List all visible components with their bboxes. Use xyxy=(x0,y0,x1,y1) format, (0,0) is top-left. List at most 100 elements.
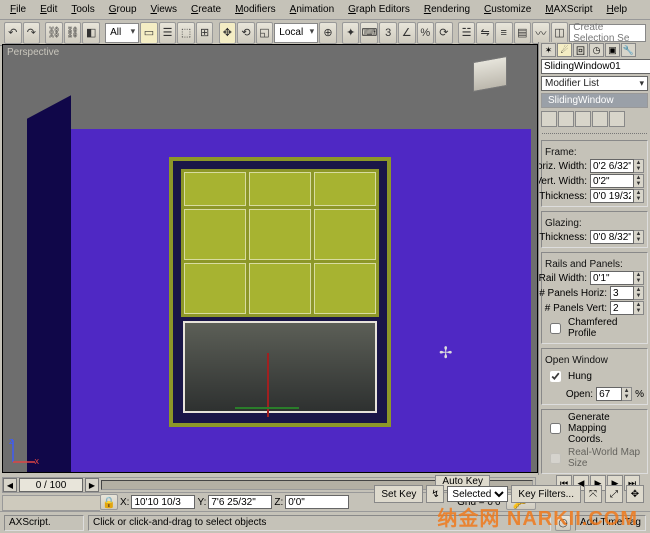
hierarchy-tab-icon[interactable]: 回 xyxy=(573,43,588,57)
menu-views[interactable]: Views xyxy=(145,2,184,17)
motion-tab-icon[interactable]: ◷ xyxy=(589,43,604,57)
modifier-list-dropdown[interactable]: Modifier List xyxy=(541,76,648,91)
panels-horiz-spinner[interactable]: ▲▼ xyxy=(634,286,644,300)
sliding-window-object[interactable] xyxy=(169,157,391,427)
align-button[interactable]: ≡ xyxy=(495,22,513,44)
menu-rendering[interactable]: Rendering xyxy=(418,2,476,17)
hung-checkbox[interactable] xyxy=(550,371,561,382)
ref-coord-dropdown[interactable]: Local xyxy=(274,23,318,43)
link-button[interactable]: ⛓ xyxy=(45,22,63,44)
move-gizmo-x[interactable] xyxy=(235,407,299,409)
glazing-thickness-spinner[interactable]: ▲▼ xyxy=(634,230,644,244)
modifier-stack-item[interactable]: SlidingWindow xyxy=(542,94,647,107)
rail-width-input[interactable] xyxy=(590,271,634,285)
menu-help[interactable]: Help xyxy=(601,2,634,17)
show-end-result-button[interactable] xyxy=(558,111,574,127)
open-percent-spinner[interactable]: ▲▼ xyxy=(622,387,632,401)
menu-modifiers[interactable]: Modifiers xyxy=(229,2,282,17)
menu-edit[interactable]: Edit xyxy=(34,2,63,17)
chamfered-profile-checkbox[interactable] xyxy=(550,323,561,334)
set-key-button[interactable]: Set Key xyxy=(374,485,423,503)
horiz-width-input[interactable] xyxy=(590,159,634,173)
select-by-name-button[interactable]: ☰ xyxy=(159,22,177,44)
select-region-button[interactable]: ⬚ xyxy=(177,22,195,44)
menu-bar: File Edit Tools Group Views Create Modif… xyxy=(0,0,650,20)
menu-tools[interactable]: Tools xyxy=(65,2,100,17)
z-input[interactable] xyxy=(285,495,349,509)
nav-1-icon[interactable]: ⤧ xyxy=(584,485,602,503)
panels-vert-input[interactable] xyxy=(610,301,634,315)
mirror-button[interactable]: ⇋ xyxy=(476,22,494,44)
vert-width-input[interactable] xyxy=(590,174,634,188)
use-pivot-center-button[interactable]: ⊕ xyxy=(319,22,337,44)
object-name-input[interactable] xyxy=(541,59,650,74)
horiz-width-spinner[interactable]: ▲▼ xyxy=(634,159,644,173)
add-time-tag-button[interactable]: Add Time Tag xyxy=(575,515,646,531)
keyboard-shortcut-button[interactable]: ⌨ xyxy=(360,22,378,44)
frame-thickness-input[interactable] xyxy=(590,189,634,203)
menu-grapheditors[interactable]: Graph Editors xyxy=(342,2,416,17)
vert-width-spinner[interactable]: ▲▼ xyxy=(634,174,644,188)
undo-button[interactable]: ↶ xyxy=(4,22,22,44)
unlink-button[interactable]: ⛓ xyxy=(64,22,82,44)
menu-customize[interactable]: Customize xyxy=(478,2,537,17)
rail-width-spinner[interactable]: ▲▼ xyxy=(634,271,644,285)
x-input[interactable] xyxy=(131,495,195,509)
perspective-viewport[interactable]: Perspective ✢ zx xyxy=(2,44,538,473)
open-window-rollout: Open Window Hung Open: ▲▼ % xyxy=(541,348,648,405)
named-selection-input[interactable]: Create Selection Se xyxy=(569,24,646,42)
time-prev-button[interactable]: ◀ xyxy=(3,478,17,492)
curve-editor-button[interactable]: 〰 xyxy=(532,22,550,44)
key-mode-icon[interactable]: ↯ xyxy=(426,485,444,503)
nav-3-icon[interactable]: ✥ xyxy=(626,485,644,503)
snap-toggle-button[interactable]: 3 xyxy=(379,22,397,44)
utilities-tab-icon[interactable]: 🔧 xyxy=(621,43,636,57)
frame-thickness-spinner[interactable]: ▲▼ xyxy=(634,189,644,203)
gen-mapping-checkbox[interactable] xyxy=(550,423,561,434)
make-unique-button[interactable] xyxy=(575,111,591,127)
redo-button[interactable]: ↷ xyxy=(23,22,41,44)
maxscript-listener[interactable]: AXScript. xyxy=(4,515,84,531)
menu-group[interactable]: Group xyxy=(103,2,143,17)
time-next-button[interactable]: ▶ xyxy=(85,478,99,492)
lock-selection-button[interactable]: 🔒 xyxy=(100,494,118,510)
select-and-move-button[interactable]: ✥ xyxy=(219,22,237,44)
y-input[interactable] xyxy=(208,495,272,509)
create-tab-icon[interactable]: ✶ xyxy=(541,43,556,57)
time-slider-knob[interactable]: 0 / 100 xyxy=(19,478,83,492)
open-percent-input[interactable] xyxy=(596,387,622,401)
menu-animation[interactable]: Animation xyxy=(284,2,340,17)
glazing-thickness-input[interactable] xyxy=(590,230,634,244)
select-and-manipulate-button[interactable]: ✦ xyxy=(342,22,360,44)
menu-create[interactable]: Create xyxy=(185,2,227,17)
layer-manager-button[interactable]: ▤ xyxy=(514,22,532,44)
key-filter-dropdown[interactable]: Selected xyxy=(447,486,508,502)
remove-modifier-button[interactable] xyxy=(592,111,608,127)
panels-vert-spinner[interactable]: ▲▼ xyxy=(634,301,644,315)
schematic-view-button[interactable]: ◫ xyxy=(551,22,569,44)
modify-tab-icon[interactable]: ☄ xyxy=(557,43,572,57)
configure-sets-button[interactable] xyxy=(609,111,625,127)
selection-filter-dropdown[interactable]: All xyxy=(105,23,139,43)
pin-stack-button[interactable] xyxy=(541,111,557,127)
modifier-stack[interactable]: SlidingWindow xyxy=(541,93,648,108)
bind-button[interactable]: ◧ xyxy=(82,22,100,44)
open-label: Open: xyxy=(566,389,593,400)
display-tab-icon[interactable]: ▣ xyxy=(605,43,620,57)
wall-side xyxy=(27,95,71,473)
nav-2-icon[interactable]: ⤢ xyxy=(605,485,623,503)
rails-header: Rails and Panels: xyxy=(545,259,644,270)
key-filters-button[interactable]: Key Filters... xyxy=(511,485,581,503)
select-object-button[interactable]: ▭ xyxy=(140,22,158,44)
menu-file[interactable]: File xyxy=(4,2,32,17)
select-and-scale-button[interactable]: ◱ xyxy=(256,22,274,44)
percent-snap-button[interactable]: % xyxy=(417,22,435,44)
named-sel-set-button[interactable]: ☱ xyxy=(458,22,476,44)
angle-snap-button[interactable]: ∠ xyxy=(398,22,416,44)
panels-horiz-input[interactable] xyxy=(610,286,634,300)
window-crossing-button[interactable]: ⊞ xyxy=(196,22,214,44)
select-and-rotate-button[interactable]: ⟲ xyxy=(237,22,255,44)
time-tag-icon[interactable]: ◷ xyxy=(555,515,571,531)
menu-maxscript[interactable]: MAXScript xyxy=(539,2,598,17)
spinner-snap-button[interactable]: ⟳ xyxy=(435,22,453,44)
